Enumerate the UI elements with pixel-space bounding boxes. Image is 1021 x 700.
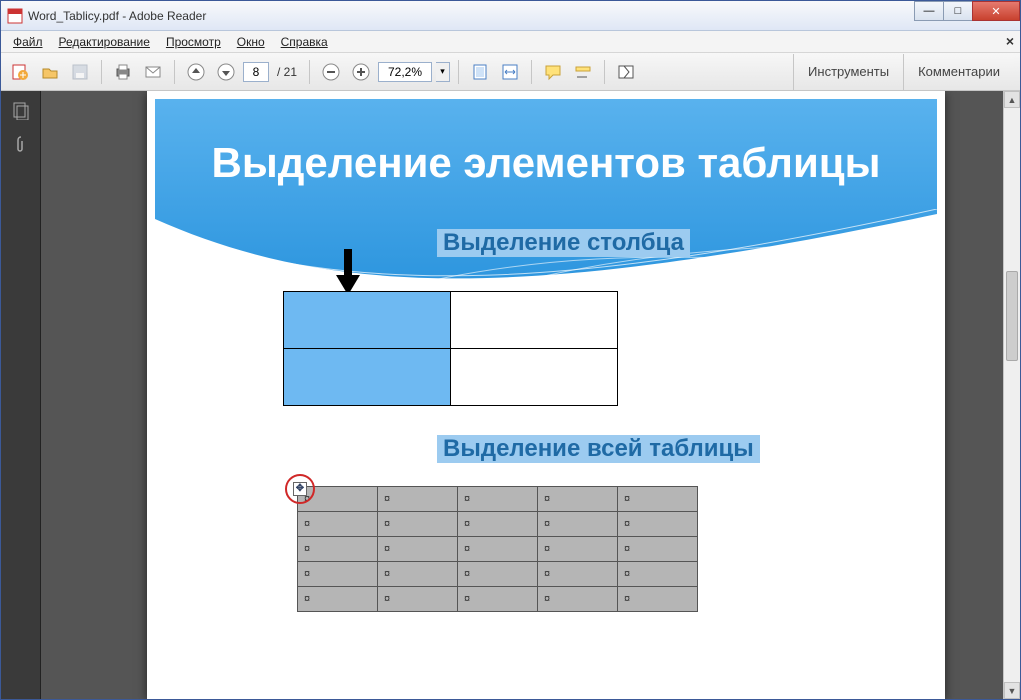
tools-panel-button[interactable]: Инструменты: [793, 54, 903, 90]
table-cell: ¤: [538, 562, 618, 587]
menu-window[interactable]: Окно: [229, 33, 273, 51]
table-move-handle-icon: ✥: [293, 482, 307, 496]
app-window: Word_Tablicy.pdf - Adobe Reader — □ ✕ Фа…: [0, 0, 1021, 700]
down-arrow-icon: [335, 249, 361, 297]
fit-width-icon[interactable]: [497, 59, 523, 85]
table-cell: ¤: [618, 562, 698, 587]
table-cell: ¤: [298, 537, 378, 562]
table-cell: ¤: [378, 537, 458, 562]
table-cell: ¤: [378, 512, 458, 537]
table-cell: ¤: [458, 487, 538, 512]
table-cell: ¤: [458, 512, 538, 537]
table-cell: ¤: [458, 562, 538, 587]
zoom-input[interactable]: [378, 62, 432, 82]
example-table-full-select-wrap: ✥ ¤¤¤¤¤ ¤¤¤¤¤ ¤¤¤¤¤ ¤¤¤¤¤ ¤¤¤¤¤: [297, 486, 698, 612]
toolbar-separator: [604, 60, 605, 84]
menu-bar: Файл Редактирование Просмотр Окно Справк…: [1, 31, 1020, 53]
title-bar: Word_Tablicy.pdf - Adobe Reader — □ ✕: [1, 1, 1020, 31]
attachments-icon[interactable]: [9, 133, 33, 157]
window-title: Word_Tablicy.pdf - Adobe Reader: [28, 9, 1014, 23]
table-cell: ¤: [298, 562, 378, 587]
page-up-icon[interactable]: [183, 59, 209, 85]
table-cell: ¤: [458, 587, 538, 612]
table-cell: ¤: [378, 587, 458, 612]
toolbar-separator: [531, 60, 532, 84]
table-cell: ¤: [538, 587, 618, 612]
save-icon[interactable]: [67, 59, 93, 85]
table-cell: ¤: [378, 562, 458, 587]
table-cell: ¤: [618, 587, 698, 612]
menu-file[interactable]: Файл: [5, 33, 51, 51]
toolbar-separator: [101, 60, 102, 84]
app-pdf-icon: [7, 8, 23, 24]
toolbar-separator: [174, 60, 175, 84]
vertical-scrollbar[interactable]: ▲ ▼: [1003, 91, 1020, 699]
close-button[interactable]: ✕: [972, 1, 1020, 21]
toolbar: / 21 ▾ Инструменты Комментарии: [1, 53, 1020, 91]
menu-edit[interactable]: Редактирование: [51, 33, 158, 51]
selected-cell: [284, 349, 451, 406]
comments-panel-button[interactable]: Комментарии: [903, 54, 1014, 90]
table-cell: ¤: [618, 487, 698, 512]
table-cell: ¤: [618, 512, 698, 537]
menu-view[interactable]: Просмотр: [158, 33, 229, 51]
table-cell: ¤: [378, 487, 458, 512]
print-icon[interactable]: [110, 59, 136, 85]
table-cell: ¤: [298, 587, 378, 612]
menu-doc-close-icon[interactable]: ×: [1006, 33, 1014, 49]
table-cell: ¤: [538, 487, 618, 512]
window-controls: — □ ✕: [915, 1, 1020, 21]
zoom-in-icon[interactable]: [348, 59, 374, 85]
zoom-out-icon[interactable]: [318, 59, 344, 85]
comment-icon[interactable]: [540, 59, 566, 85]
page-total-label: / 21: [273, 65, 301, 79]
table-cell: ¤: [538, 537, 618, 562]
content-area: Выделение элементов таблицы Выделение ст…: [1, 91, 1020, 699]
table-cell: [451, 349, 618, 406]
menu-help[interactable]: Справка: [273, 33, 336, 51]
fit-page-icon[interactable]: [467, 59, 493, 85]
pdf-page: Выделение элементов таблицы Выделение ст…: [147, 91, 945, 699]
document-viewer[interactable]: Выделение элементов таблицы Выделение ст…: [41, 91, 1020, 699]
example-table-column-select: [283, 291, 618, 406]
page-down-icon[interactable]: [213, 59, 239, 85]
slide-header: Выделение элементов таблицы: [155, 99, 937, 299]
scroll-down-icon[interactable]: ▼: [1004, 682, 1020, 699]
export-pdf-icon[interactable]: [7, 59, 33, 85]
table-cell: ¤: [538, 512, 618, 537]
slide-title: Выделение элементов таблицы: [155, 139, 937, 187]
toolbar-right: Инструменты Комментарии: [793, 54, 1014, 90]
zoom-dropdown-icon[interactable]: ▾: [436, 62, 450, 82]
table-cell: ¤: [458, 537, 538, 562]
toolbar-separator: [458, 60, 459, 84]
scroll-thumb[interactable]: [1006, 271, 1018, 361]
read-mode-icon[interactable]: [613, 59, 639, 85]
maximize-button[interactable]: □: [943, 1, 973, 21]
highlight-icon[interactable]: [570, 59, 596, 85]
table-cell: ¤: [298, 512, 378, 537]
page-number-input[interactable]: [243, 62, 269, 82]
selected-cell: [284, 292, 451, 349]
toolbar-separator: [309, 60, 310, 84]
scroll-up-icon[interactable]: ▲: [1004, 91, 1020, 108]
thumbnails-icon[interactable]: [9, 99, 33, 123]
email-icon[interactable]: [140, 59, 166, 85]
navigation-pane: [1, 91, 41, 699]
minimize-button[interactable]: —: [914, 1, 944, 21]
table-cell: ¤: [618, 537, 698, 562]
example-table-full-select: ¤¤¤¤¤ ¤¤¤¤¤ ¤¤¤¤¤ ¤¤¤¤¤ ¤¤¤¤¤: [297, 486, 698, 612]
open-icon[interactable]: [37, 59, 63, 85]
subtitle-select-column: Выделение столбца: [437, 229, 690, 257]
subtitle-select-table: Выделение всей таблицы: [437, 435, 760, 463]
table-cell: [451, 292, 618, 349]
